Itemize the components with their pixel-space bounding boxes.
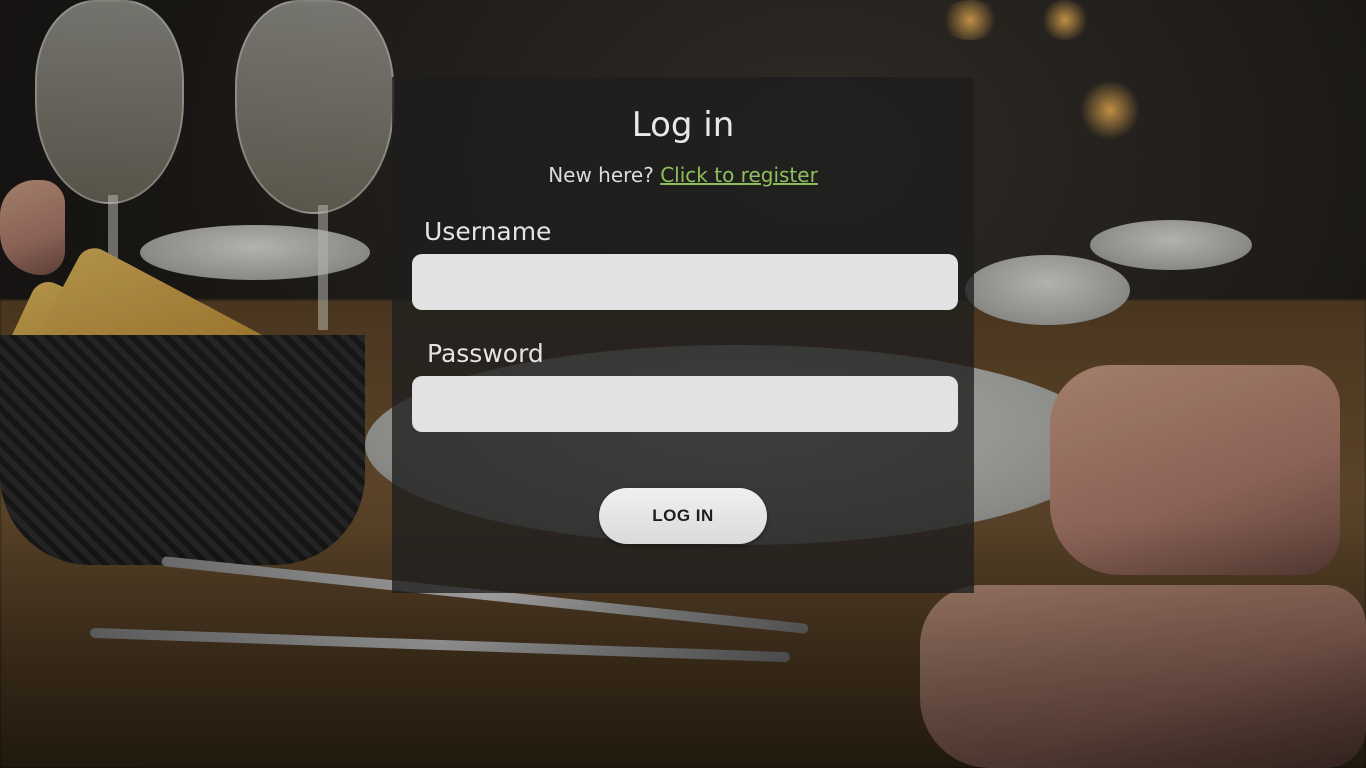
username-label: Username bbox=[424, 217, 552, 246]
username-input[interactable] bbox=[412, 254, 958, 310]
register-prompt-text: New here? bbox=[548, 163, 654, 187]
login-button[interactable]: LOG IN bbox=[599, 488, 767, 544]
password-label: Password bbox=[427, 339, 544, 368]
page-title: Log in bbox=[631, 105, 735, 145]
register-link[interactable]: Click to register bbox=[660, 163, 818, 187]
register-prompt: New here? Click to register bbox=[0, 162, 1366, 188]
password-input[interactable] bbox=[412, 376, 958, 432]
